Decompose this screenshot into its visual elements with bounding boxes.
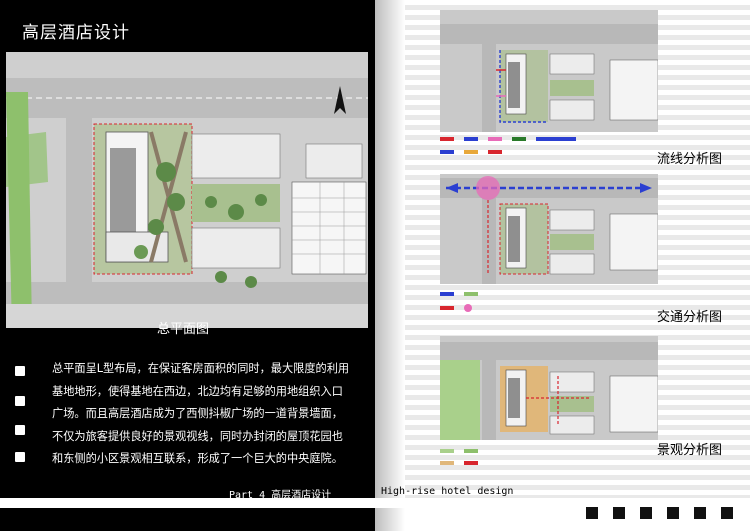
left-panel: 高层酒店设计 总平面图 总平面呈L型布局，在保证客房面积的同时，最大限度的利用 … — [0, 0, 375, 531]
decoration-block — [640, 507, 652, 519]
traffic-diagram — [440, 174, 658, 284]
description-line: 基地地形，使得基地在西边，北边均有足够的用地组织入口 — [52, 384, 343, 398]
traffic-legend — [440, 304, 472, 312]
decoration-block — [721, 507, 733, 519]
bullet-marker — [15, 366, 25, 376]
decoration-block — [586, 507, 598, 519]
page-title: 高层酒店设计 — [22, 23, 130, 43]
description-line: 不仅为旅客提供良好的景观视线，同时办封闭的屋顶花园也 — [52, 429, 343, 443]
decoration-block — [667, 507, 679, 519]
landscape-diagram — [440, 336, 658, 440]
description-line: 广场。而且高层酒店成为了西侧抖椒广场的一道背景墙面， — [52, 407, 343, 420]
circulation-diagram-label: 流线分析图 — [657, 152, 723, 167]
description-line: 和东侧的小区景观相互联系，形成了一个巨大的中央庭院。 — [52, 452, 343, 465]
design-description: 总平面呈L型布局，在保证客房面积的同时，最大限度的利用 基地地形，使得基地在西边… — [52, 358, 362, 471]
footer-english-title: High-rise hotel design — [381, 486, 514, 497]
site-plan-caption: 总平面图 — [157, 322, 210, 337]
page-decoration-blocks — [586, 507, 733, 519]
site-plan-drawing — [6, 52, 368, 328]
bullet-marker — [15, 425, 25, 435]
traffic-diagram-label: 交通分析图 — [657, 310, 723, 325]
description-line: 总平面呈L型布局，在保证客房面积的同时，最大限度的利用 — [52, 362, 350, 375]
site-plan-image — [6, 52, 368, 328]
circulation-legend — [440, 150, 502, 154]
circulation-legend — [440, 137, 576, 141]
landscape-diagram-label: 景观分析图 — [657, 443, 723, 458]
landscape-legend — [440, 461, 478, 465]
page-gutter — [375, 0, 405, 531]
landscape-legend — [440, 449, 478, 453]
traffic-legend — [440, 292, 478, 296]
footer-part-label: Part 4 高层酒店设计 — [229, 490, 332, 501]
decoration-block — [613, 507, 625, 519]
decoration-block — [694, 507, 706, 519]
bullet-marker — [15, 396, 25, 406]
circulation-diagram — [440, 10, 658, 132]
bullet-marker — [15, 452, 25, 462]
